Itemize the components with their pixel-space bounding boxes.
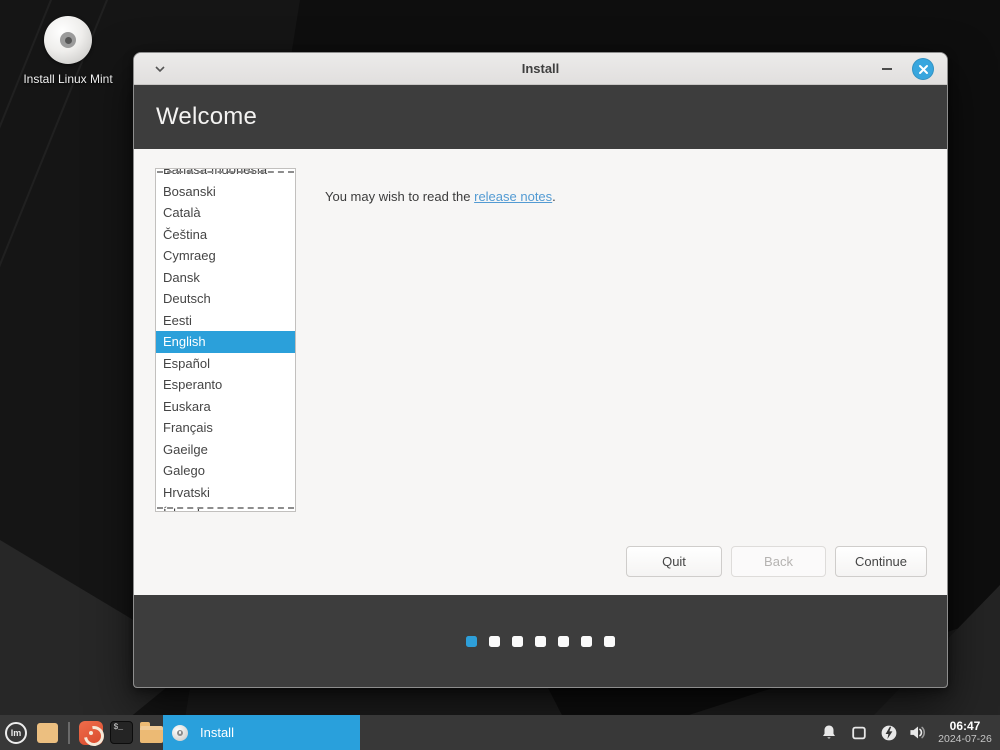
language-option[interactable]: Hrvatski <box>156 482 295 504</box>
language-option[interactable]: Deutsch <box>156 288 295 310</box>
system-tray <box>819 715 928 750</box>
progress-dot <box>512 635 523 647</box>
mint-menu-icon: lm <box>5 721 27 744</box>
firefox-icon <box>79 720 103 745</box>
page-title: Welcome <box>156 103 257 130</box>
terminal-icon: $_ <box>109 721 133 744</box>
chevron-down-icon <box>155 65 165 72</box>
show-desktop-icon <box>36 722 58 743</box>
page-header: Welcome <box>134 85 947 149</box>
taskbar: lm $_ Install 06:47 2024-07-26 <box>0 715 1000 750</box>
wizard-footer <box>134 595 947 687</box>
language-option[interactable]: Español <box>156 353 295 375</box>
release-notes-suffix: . <box>552 189 556 204</box>
files-launcher[interactable] <box>136 715 166 750</box>
files-icon <box>139 721 163 743</box>
volume-applet[interactable] <box>909 723 928 742</box>
window-title: Install <box>521 61 560 76</box>
taskbar-separator <box>68 721 70 744</box>
language-option[interactable]: Euskara <box>156 396 295 418</box>
back-button[interactable]: Back <box>731 546 826 577</box>
close-button[interactable] <box>912 58 934 80</box>
language-option[interactable]: Eesti <box>156 310 295 332</box>
show-desktop-button[interactable] <box>32 715 62 750</box>
clock-date: 2024-07-26 <box>938 733 992 746</box>
language-option[interactable]: Dansk <box>156 267 295 289</box>
mint-menu-button[interactable]: lm <box>0 715 32 750</box>
progress-dot <box>604 635 615 647</box>
minimize-button[interactable] <box>875 53 899 84</box>
language-option[interactable]: English <box>156 331 295 353</box>
quit-button[interactable]: Quit <box>626 546 722 577</box>
progress-dot <box>581 635 592 647</box>
list-overshoot-top <box>157 171 294 173</box>
power-icon <box>881 725 896 740</box>
taskbar-window-button-install[interactable]: Install <box>163 715 360 750</box>
release-notes-sentence: You may wish to read the release notes. <box>325 189 556 204</box>
desktop-icon-label: Install Linux Mint <box>23 72 113 86</box>
progress-dot-current <box>466 635 477 647</box>
language-option[interactable]: Català <box>156 202 295 224</box>
volume-icon <box>910 726 926 739</box>
notifications-bell-icon <box>822 725 835 739</box>
install-window: Install Welcome Bahasa Indonesia Bosanski… <box>133 52 948 688</box>
language-list-inner: Bahasa Indonesia Bosanski Català Čeština Cym… <box>156 169 295 511</box>
progress-dot <box>535 635 546 647</box>
continue-button[interactable]: Continue <box>835 546 927 577</box>
close-icon <box>918 64 928 74</box>
progress-dot <box>558 635 569 647</box>
language-option[interactable]: Bosanski <box>156 181 295 203</box>
optical-disc-icon <box>44 16 92 64</box>
language-option[interactable]: Bahasa Indonesia <box>156 169 295 181</box>
terminal-launcher[interactable]: $_ <box>106 715 136 750</box>
task-button-label: Install <box>200 725 234 740</box>
clock-time: 06:47 <box>949 718 981 733</box>
language-option[interactable]: Čeština <box>156 224 295 246</box>
language-option[interactable]: Français <box>156 417 295 439</box>
language-option[interactable]: Cymraeg <box>156 245 295 267</box>
desktop-icon-install-linux-mint[interactable]: Install Linux Mint <box>20 16 116 87</box>
language-option[interactable]: Gaeilge <box>156 439 295 461</box>
language-option[interactable]: Galego <box>156 460 295 482</box>
firefox-launcher[interactable] <box>76 715 106 750</box>
power-applet[interactable] <box>879 723 898 742</box>
page-content: Bahasa Indonesia Bosanski Català Čeština Cym… <box>134 149 947 595</box>
language-list[interactable]: Bahasa Indonesia Bosanski Català Čeština Cym… <box>155 168 296 512</box>
clock-applet[interactable]: 06:47 2024-07-26 <box>932 715 998 750</box>
progress-dots <box>466 635 615 647</box>
release-notes-prefix: You may wish to read the <box>325 189 475 204</box>
window-menu-button[interactable] <box>148 53 172 84</box>
notifications-applet[interactable] <box>819 723 838 742</box>
window-titlebar[interactable]: Install <box>134 53 947 85</box>
list-overshoot-bottom <box>157 507 294 509</box>
display-applet[interactable] <box>849 723 868 742</box>
minimize-icon <box>882 67 892 70</box>
progress-dot <box>489 635 500 647</box>
display-icon <box>851 726 866 739</box>
release-notes-link[interactable]: release notes <box>474 189 552 204</box>
language-option[interactable]: Esperanto <box>156 374 295 396</box>
optical-disc-icon <box>172 724 188 741</box>
action-buttons: Quit Back Continue <box>626 546 927 577</box>
